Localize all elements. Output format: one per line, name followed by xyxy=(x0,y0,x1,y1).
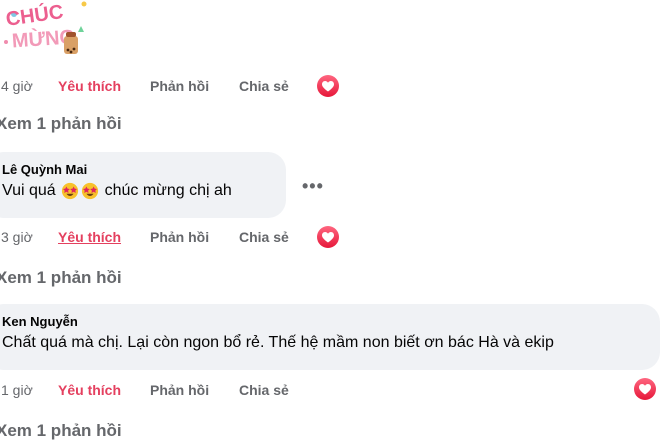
reply-button[interactable]: Phản hồi xyxy=(150,229,239,245)
share-button[interactable]: Chia sẻ xyxy=(239,382,289,398)
comment-actions: 4 giờ Yêu thích Phản hồi Chia sẻ xyxy=(0,75,289,97)
comment-bubble: Ken Nguyễn Chất quá mà chị. Lại còn ngon… xyxy=(0,304,660,370)
like-button[interactable]: Yêu thích xyxy=(58,382,150,398)
see-replies-link[interactable]: Xem 1 phản hồi xyxy=(0,114,122,134)
heart-reaction-icon[interactable] xyxy=(316,225,340,249)
comment-actions: 3 giờ Yêu thích Phản hồi Chia sẻ xyxy=(0,226,289,248)
comment-author[interactable]: Lê Quỳnh Mai xyxy=(2,162,272,178)
comment-author[interactable]: Ken Nguyễn xyxy=(2,314,646,330)
chuc-mung-sticker: MỪNG CHÚC xyxy=(0,0,94,64)
star-struck-emoji-icon xyxy=(82,182,99,200)
comment-text-part: chúc mừng chị ah xyxy=(104,182,232,199)
like-button[interactable]: Yêu thích xyxy=(58,78,150,94)
comment-actions: 1 giờ Yêu thích Phản hồi Chia sẻ xyxy=(0,379,289,401)
comment-time[interactable]: 1 giờ xyxy=(1,382,58,398)
comment-text: Vui quá chúc mừng chị ah xyxy=(2,180,272,202)
comment-text-part: Vui quá xyxy=(2,182,56,199)
comment-time[interactable]: 3 giờ xyxy=(1,229,58,245)
share-button[interactable]: Chia sẻ xyxy=(239,78,289,94)
see-replies-link[interactable]: Xem 1 phản hồi xyxy=(0,268,122,288)
star-struck-emoji-icon xyxy=(62,182,79,200)
see-replies-link[interactable]: Xem 1 phản hồi xyxy=(0,421,122,441)
comment-text: Chất quá mà chị. Lại còn ngon bổ rẻ. Thế… xyxy=(2,334,554,351)
like-button[interactable]: Yêu thích xyxy=(58,229,150,245)
share-button[interactable]: Chia sẻ xyxy=(239,229,289,245)
svg-text:CHÚC: CHÚC xyxy=(4,0,65,31)
reply-button[interactable]: Phản hồi xyxy=(150,78,239,94)
more-options-icon[interactable]: ••• xyxy=(302,176,326,196)
heart-reaction-icon[interactable] xyxy=(316,74,340,98)
heart-reaction-icon[interactable] xyxy=(633,377,657,401)
reply-button[interactable]: Phản hồi xyxy=(150,382,239,398)
comment-time[interactable]: 4 giờ xyxy=(1,78,58,94)
comment-bubble: Lê Quỳnh Mai Vui quá chúc mừng chị ah xyxy=(0,152,286,218)
